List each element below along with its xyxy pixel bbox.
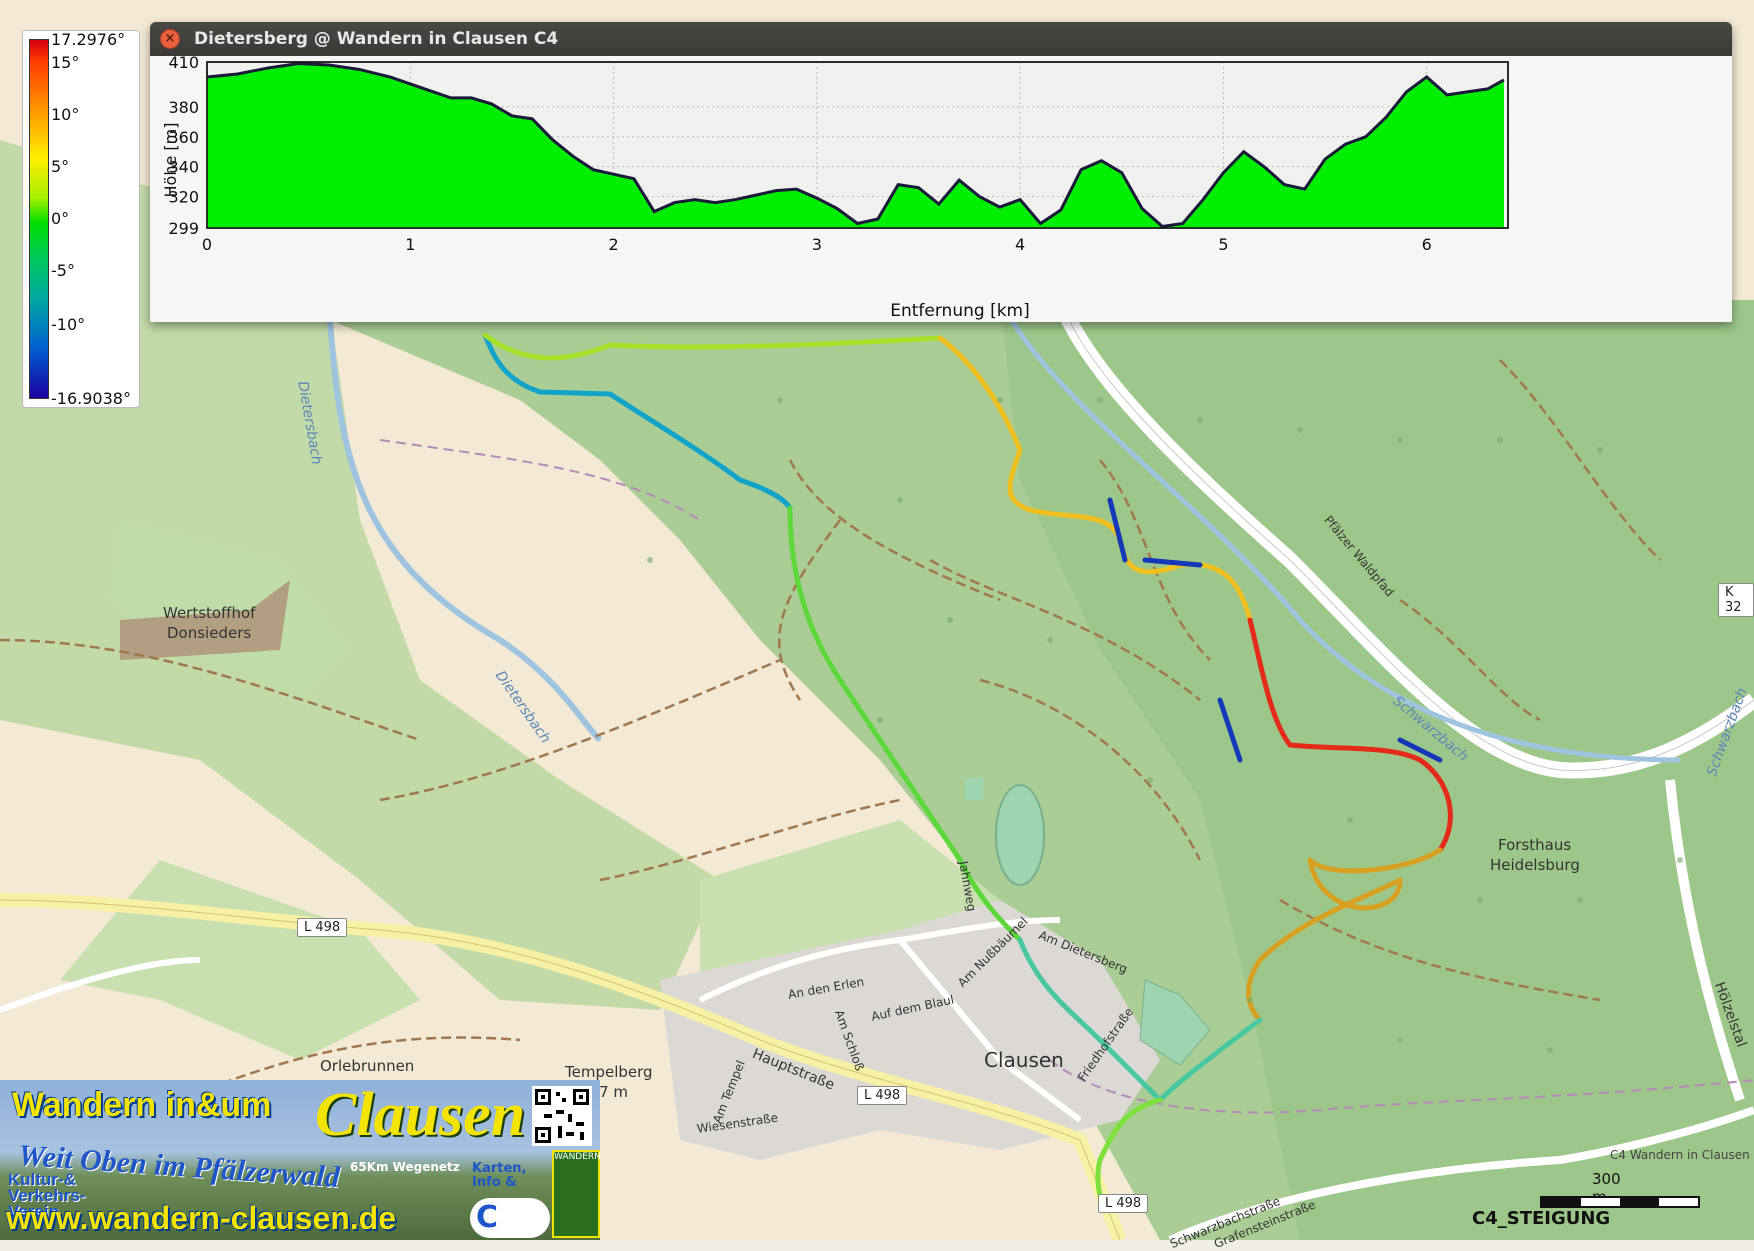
map-credit: C4 Wandern in Clausen — [1610, 1148, 1750, 1162]
place-label-heidelsburg: Heidelsburg — [1490, 856, 1580, 874]
legend-tick-max: 17.2976° — [51, 30, 126, 49]
place-label-forsthaus: Forsthaus — [1498, 836, 1572, 854]
legend-tick-minus5: -5° — [51, 261, 75, 280]
close-icon[interactable]: × — [160, 29, 180, 49]
legend-tick-minus10: -10° — [51, 315, 86, 334]
elevation-profile-window[interactable]: × Dietersberg @ Wandern in Clausen C4 0 1… — [150, 22, 1732, 322]
app-badge-label: WANDERN — [554, 1152, 600, 1162]
legend-tick-5: 5° — [51, 157, 70, 176]
place-label-tempelberg: Tempelberg — [565, 1063, 653, 1081]
scale-bar-graphic — [1540, 1196, 1700, 1208]
slope-legend: 17.2976° 15° 10° 5° 0° -5° -10° -16.9038… — [22, 30, 140, 408]
road-shield-k32: K 32 — [1718, 583, 1754, 617]
legend-tick-min: -16.9038° — [51, 389, 131, 408]
window-titlebar[interactable]: × Dietersberg @ Wandern in Clausen C4 — [150, 22, 1732, 56]
legend-tick-0: 0° — [51, 209, 70, 228]
banner-network: 65Km Wegenetz — [350, 1160, 460, 1174]
elevation-profile-chart: 0 1 2 3 4 5 6410380360340320299 Entfernung [km… — [150, 56, 1732, 322]
road-shield-l498-center: L 498 — [857, 1086, 908, 1105]
x-tick-label: 0 — [202, 235, 212, 254]
y-tick-label: 299 — [168, 219, 199, 238]
x-tick-label: 2 — [608, 235, 618, 254]
legend-tick-15: 15° — [51, 53, 80, 72]
y-tick-label: 380 — [168, 98, 199, 117]
legend-tick-10: 10° — [51, 105, 80, 124]
banner-url-link[interactable]: www.wandern-clausen.de — [6, 1200, 396, 1237]
y-axis-label: Höhe [m] — [161, 123, 180, 198]
banner-brand: Clausen — [315, 1081, 526, 1149]
banner-headline: Wandern in&um — [12, 1086, 272, 1124]
x-tick-label: 3 — [812, 235, 822, 254]
qr-code-icon[interactable] — [532, 1086, 592, 1146]
road-shield-l498-south: L 498 — [1098, 1194, 1149, 1213]
place-label-donsieders: Donsieders — [167, 624, 252, 642]
y-tick-label: 410 — [168, 56, 199, 72]
x-tick-label: 6 — [1422, 235, 1432, 254]
road-shield-l498-west: L 498 — [297, 918, 348, 937]
place-label-orlebrunnen: Orlebrunnen — [320, 1057, 415, 1075]
place-label-wertstoffhof: Wertstoffhof — [163, 604, 256, 622]
window-title: Dietersberg @ Wandern in Clausen C4 — [194, 29, 559, 49]
app-badge[interactable]: WANDERN — [552, 1150, 600, 1238]
place-label-clausen: Clausen — [984, 1048, 1064, 1072]
promo-banner[interactable]: Wandern in&um Clausen Weit Oben im Pfälz… — [0, 1080, 600, 1240]
slope-color-scale — [29, 39, 49, 399]
corner-label: C4_STEIGUNG — [1472, 1208, 1611, 1229]
x-tick-label: 4 — [1015, 235, 1025, 254]
x-axis-label: Entfernung [km] — [890, 301, 1030, 321]
banner-info: Karten, Info & — [472, 1161, 527, 1190]
x-tick-label: 5 — [1218, 235, 1228, 254]
clausen-logo: C — [470, 1198, 550, 1238]
x-tick-label: 1 — [405, 235, 415, 254]
